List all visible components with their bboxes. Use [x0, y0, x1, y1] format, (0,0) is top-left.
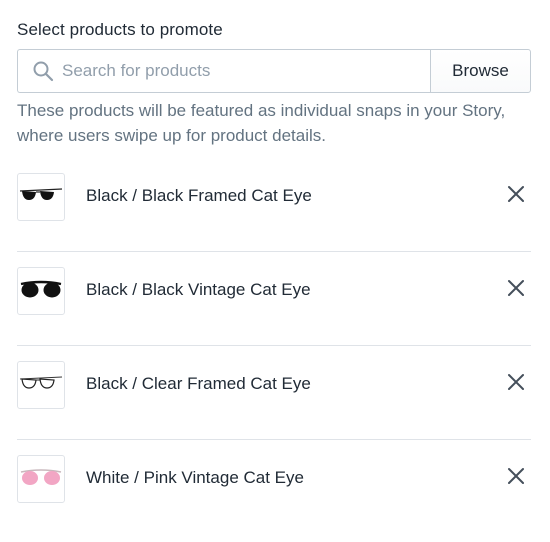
list-item: Black / Black Vintage Cat Eye [17, 252, 531, 346]
remove-product-button[interactable] [503, 277, 529, 303]
search-row: Browse [17, 49, 531, 93]
section-title: Select products to promote [17, 20, 223, 39]
remove-product-button[interactable] [503, 465, 529, 491]
search-input[interactable] [62, 61, 402, 81]
clear-framed-glasses-icon [19, 373, 63, 398]
black-vintage-sunglasses-icon [19, 278, 63, 305]
list-item: White / Pink Vintage Cat Eye [17, 440, 531, 534]
product-name: White / Pink Vintage Cat Eye [86, 468, 304, 487]
list-item: Black / Black Framed Cat Eye [17, 158, 531, 252]
remove-product-button[interactable] [503, 183, 529, 209]
product-name: Black / Clear Framed Cat Eye [86, 374, 311, 393]
black-framed-sunglasses-icon [19, 185, 63, 210]
product-name: Black / Black Framed Cat Eye [86, 186, 312, 205]
list-item: Black / Clear Framed Cat Eye [17, 346, 531, 440]
close-icon [507, 279, 525, 302]
close-icon [507, 373, 525, 396]
product-list: Black / Black Framed Cat Eye Black / Bla… [17, 158, 531, 534]
promote-products-panel: Select products to promote Browse These … [0, 0, 550, 542]
product-thumbnail [17, 455, 65, 503]
help-text: These products will be featured as indiv… [17, 101, 506, 145]
product-thumbnail [17, 267, 65, 315]
remove-product-button[interactable] [503, 371, 529, 397]
search-icon [32, 60, 54, 82]
product-thumbnail [17, 361, 65, 409]
close-icon [507, 467, 525, 490]
pink-vintage-sunglasses-icon [19, 466, 63, 493]
browse-button[interactable]: Browse [430, 49, 531, 93]
close-icon [507, 185, 525, 208]
product-thumbnail [17, 173, 65, 221]
search-box[interactable] [17, 49, 430, 93]
product-name: Black / Black Vintage Cat Eye [86, 280, 311, 299]
